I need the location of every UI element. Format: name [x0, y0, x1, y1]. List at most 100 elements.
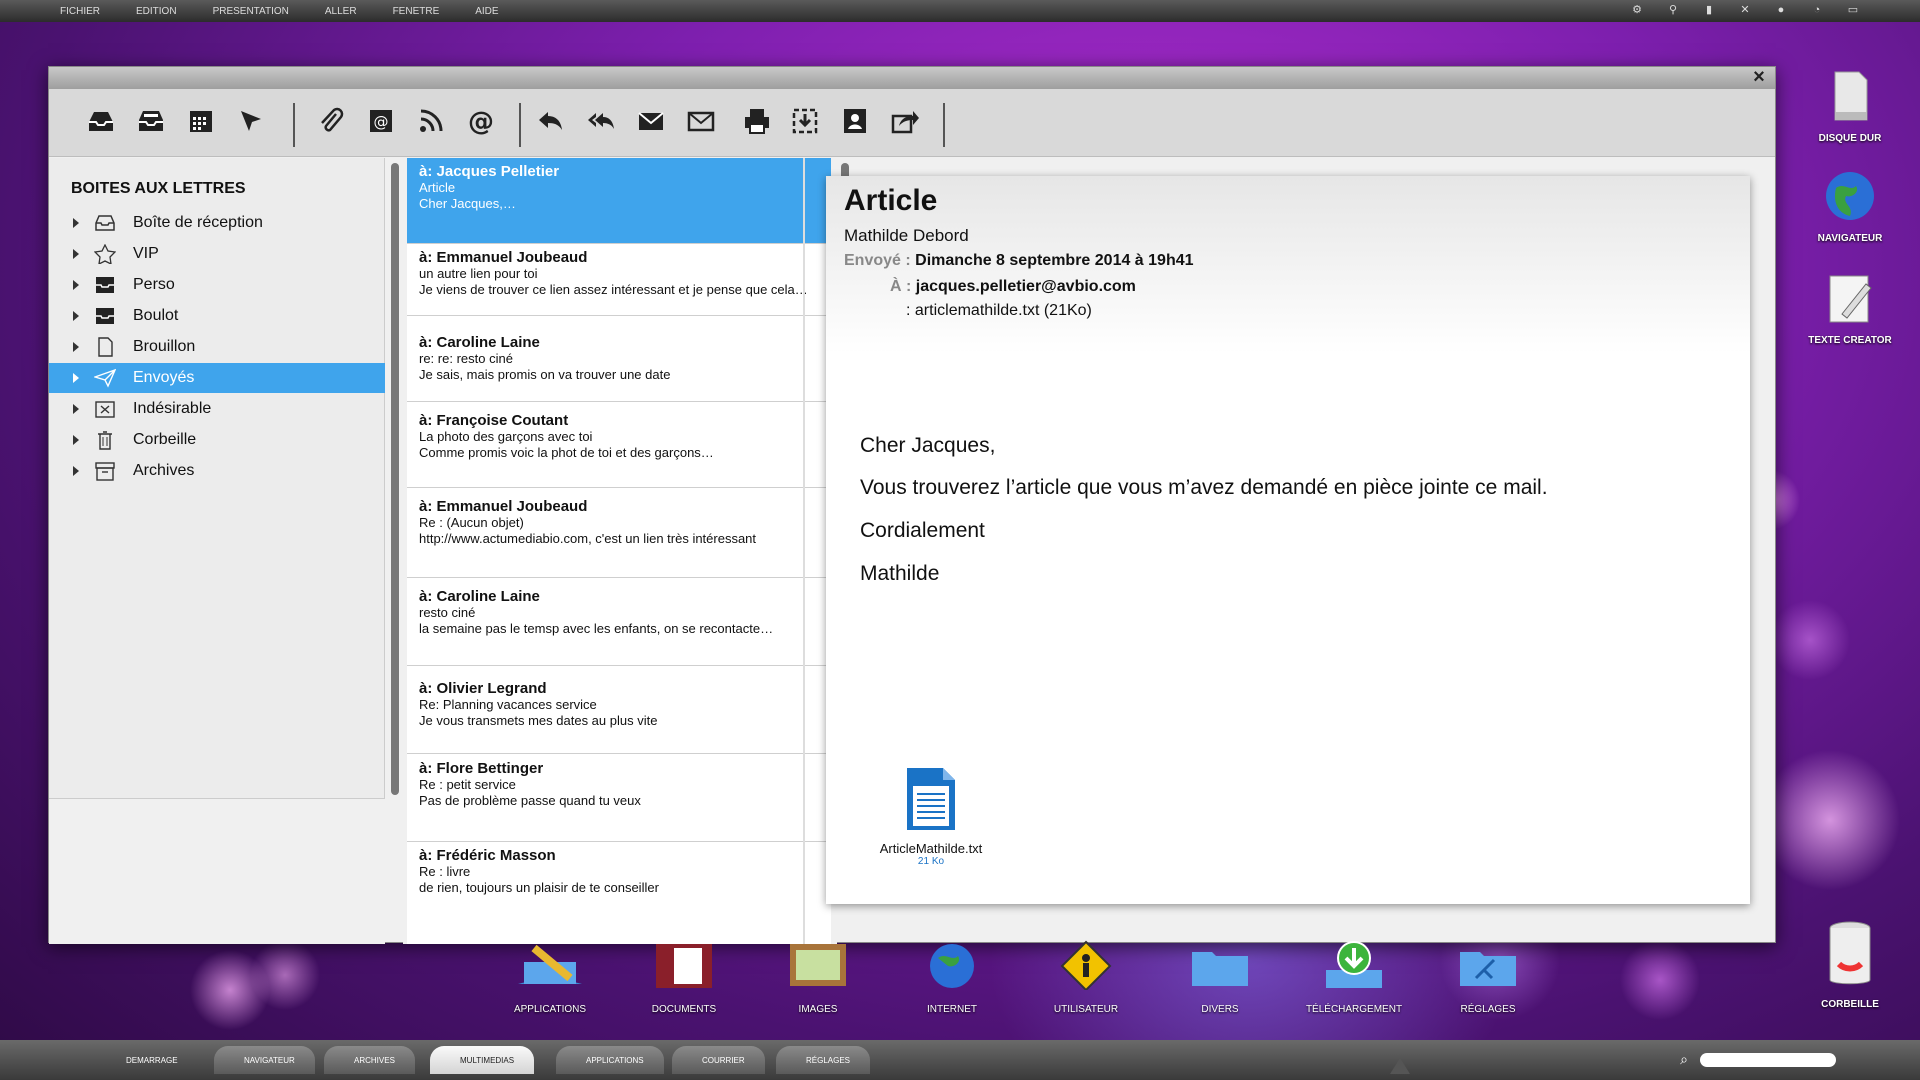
taskbar-tab-archives[interactable]: ARCHIVES	[324, 1046, 415, 1074]
battery-tray-icon[interactable]: ▮	[1702, 3, 1716, 17]
dock-item-applications[interactable]: APPLICATIONS	[490, 940, 610, 1015]
sidebar-item-boulot[interactable]: Boulot	[49, 301, 385, 331]
message-sender: Mathilde Debord	[844, 226, 969, 245]
sidebar-item-indesirable[interactable]: Indésirable	[49, 394, 385, 424]
pin-tray-icon[interactable]: ⚲	[1666, 3, 1680, 17]
mail-toolbar: @ @	[49, 89, 1775, 157]
message-item[interactable]: à: Jacques Pelletier Article Cher Jacques,…	[407, 158, 831, 244]
calendar-button[interactable]	[181, 101, 221, 141]
wifi-tray-icon[interactable]: ◔	[1810, 3, 1824, 17]
dock-item-images[interactable]: IMAGES	[758, 940, 878, 1015]
forward-mail-button[interactable]	[631, 101, 671, 141]
taskbar-tab-demarrage[interactable]: DEMARRAGE	[96, 1046, 198, 1074]
sidebar-item-archives[interactable]: Archives	[49, 456, 385, 486]
to-address[interactable]: jacques.pelletier@avbio.com	[916, 278, 1136, 295]
close-icon[interactable]: ×	[1749, 67, 1769, 88]
desktop-icon-navigator[interactable]: NAVIGATEUR	[1800, 168, 1900, 244]
print-button[interactable]	[737, 101, 777, 141]
address-stamp-button[interactable]: @	[361, 101, 401, 141]
desktop-label: CORBEILLE	[1821, 999, 1879, 1010]
sidebar-item-perso[interactable]: Perso	[49, 270, 385, 300]
taskbar-tab-multimedias[interactable]: MULTIMEDIAS	[430, 1046, 535, 1074]
message-preview: de rien, toujours un plaisir de te conse…	[419, 880, 659, 895]
desktop-icon-trash[interactable]: CORBEILLE	[1800, 918, 1900, 1010]
pane-divider[interactable]	[803, 158, 805, 944]
menu-aller[interactable]: ALLER	[325, 6, 357, 17]
attach-button[interactable]	[311, 101, 351, 141]
message-item[interactable]: à: Caroline Laine re: re: resto ciné Je sa…	[407, 316, 831, 402]
archive-icon	[93, 460, 117, 482]
send-button[interactable]	[231, 101, 271, 141]
menu-fenetre[interactable]: FENETRE	[393, 6, 440, 17]
disclosure-triangle-icon[interactable]	[73, 404, 79, 414]
attachment-file[interactable]: ArticleMathilde.txt 21 Ko	[856, 766, 1006, 867]
taskbar-tab-reglages[interactable]: RÉGLAGES	[776, 1046, 871, 1074]
dock-item-internet[interactable]: INTERNET	[892, 940, 1012, 1015]
sidebar-footer	[49, 798, 385, 944]
message-item[interactable]: à: Caroline Laine resto ciné la semaine pa…	[407, 578, 831, 666]
disclosure-triangle-icon[interactable]	[73, 342, 79, 352]
taskbar-tab-courrier[interactable]: COURRIER	[672, 1046, 765, 1074]
menu-edition[interactable]: EDITION	[136, 6, 177, 17]
sidebar-item-corbeille[interactable]: Corbeille	[49, 425, 385, 455]
window-titlebar[interactable]: ×	[49, 67, 1775, 89]
message-item[interactable]: à: Emmanuel Joubeaud un autre lien pour t…	[407, 244, 831, 316]
menu-fichier[interactable]: FICHIER	[60, 6, 100, 17]
download-button[interactable]	[785, 101, 825, 141]
message-item[interactable]: à: Emmanuel Joubeaud Re : (Aucun objet) ht…	[407, 488, 831, 578]
network-tray-icon[interactable]: ✕	[1738, 3, 1752, 17]
disclosure-triangle-icon[interactable]	[73, 249, 79, 259]
message-item[interactable]: à: Françoise Coutant La photo des garçons…	[407, 402, 831, 488]
taskbar-tab-applications[interactable]: APPLICATIONS	[556, 1046, 664, 1074]
sidebar-item-inbox[interactable]: Boîte de réception	[49, 208, 385, 238]
search-icon[interactable]: ⌕	[1680, 1051, 1688, 1068]
share-icon	[891, 111, 919, 134]
desktop-icon-text-creator[interactable]: TEXTE CREATOR	[1800, 270, 1900, 346]
at-button[interactable]: @	[461, 101, 501, 141]
display-tray-icon[interactable]: ▭	[1846, 3, 1860, 17]
message-item[interactable]: à: Flore Bettinger Re : petit service Pas …	[407, 754, 831, 842]
disclosure-triangle-icon[interactable]	[73, 218, 79, 228]
disclosure-triangle-icon[interactable]	[73, 435, 79, 445]
body-line: Vous trouverez l’article que vous m’avez…	[860, 476, 1548, 499]
sidebar-item-label: Envoyés	[133, 369, 195, 386]
search-input[interactable]	[1700, 1053, 1836, 1067]
sidebar-item-brouillon[interactable]: Brouillon	[49, 332, 385, 362]
desktop-icon-hard-disk[interactable]: DISQUE DUR	[1800, 68, 1900, 144]
rss-button[interactable]	[411, 101, 451, 141]
disclosure-triangle-icon[interactable]	[73, 373, 79, 383]
sidebar-item-envoyes[interactable]: Envoyés	[49, 363, 385, 393]
message-item[interactable]: à: Olivier Legrand Re: Planning vacances …	[407, 666, 831, 754]
mailbox-sidebar: BOITES AUX LETTRES Boîte de réception VI…	[49, 158, 385, 798]
new-mail-button[interactable]	[681, 101, 721, 141]
dock-item-telechargement[interactable]: TÉLÉCHARGEMENT	[1294, 940, 1414, 1015]
menu-presentation[interactable]: PRESENTATION	[213, 6, 289, 17]
dock-item-divers[interactable]: DIVERS	[1160, 940, 1280, 1015]
contacts-button[interactable]	[835, 101, 875, 141]
inbox-button[interactable]	[81, 101, 121, 141]
disclosure-triangle-icon[interactable]	[73, 280, 79, 290]
tab-label: RÉGLAGES	[806, 1055, 851, 1065]
share-button[interactable]	[885, 101, 925, 141]
envelope-icon	[638, 112, 664, 130]
dock-item-documents[interactable]: DOCUMENTS	[624, 940, 744, 1015]
sidebar-item-vip[interactable]: VIP	[49, 239, 385, 269]
taskbar: DEMARRAGE NAVIGATEUR ARCHIVES MULTIMEDIA…	[0, 1040, 1920, 1080]
settings-tray-icon[interactable]: ⚙	[1630, 3, 1644, 17]
sidebar-scrollbar[interactable]	[391, 163, 399, 795]
taskbar-tab-navigateur[interactable]: NAVIGATEUR	[214, 1046, 315, 1074]
message-item[interactable]: à: Frédéric Masson Re : livre de rien, tou…	[407, 842, 831, 944]
attachment-summary[interactable]: articlemathilde.txt (21Ko)	[915, 302, 1092, 319]
disclosure-triangle-icon[interactable]	[73, 466, 79, 476]
sent-date: Dimanche 8 septembre 2014 à 19h41	[915, 252, 1194, 269]
reply-all-button[interactable]	[581, 101, 621, 141]
dock-item-reglages[interactable]: RÉGLAGES	[1428, 940, 1548, 1015]
eject-icon[interactable]	[1390, 1058, 1410, 1074]
status-dot-icon[interactable]: ●	[1774, 3, 1788, 17]
outbox-button[interactable]	[131, 101, 171, 141]
dock-item-utilisateur[interactable]: UTILISATEUR	[1026, 940, 1146, 1015]
disclosure-triangle-icon[interactable]	[73, 311, 79, 321]
reply-button[interactable]	[531, 101, 571, 141]
globe-icon	[916, 940, 988, 990]
menu-aide[interactable]: AIDE	[475, 6, 498, 17]
